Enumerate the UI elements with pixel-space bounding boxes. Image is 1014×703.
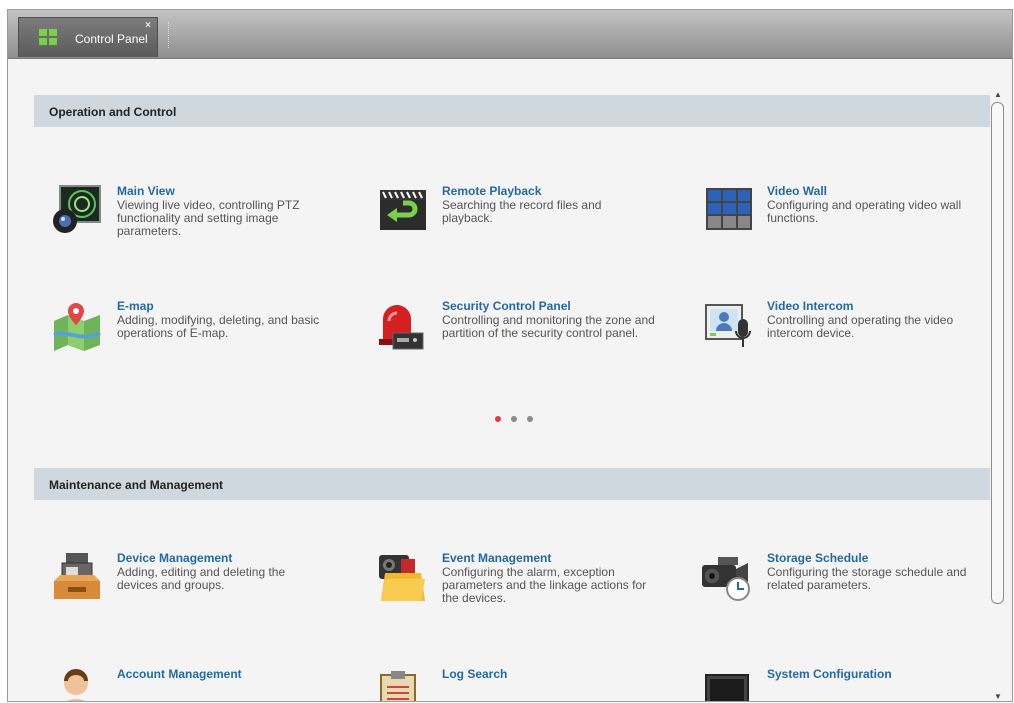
scroll-down-arrow-icon[interactable]: ▼	[992, 692, 1004, 701]
section-title: Operation and Control	[49, 105, 177, 119]
item-title: Remote Playback	[442, 184, 542, 198]
item-description: Configuring and operating video wall fun…	[767, 198, 962, 225]
storage-schedule-icon	[702, 557, 750, 601]
item-description: Configuring the alarm, exception paramet…	[442, 565, 647, 605]
item-description: Controlling and operating the video inte…	[767, 313, 954, 340]
device-management-item[interactable]: Device Management Adding, editing and de…	[50, 551, 340, 621]
item-description: Adding, modifying, deleting, and basic o…	[117, 313, 320, 340]
vertical-scrollbar[interactable]: ▲ ▼	[990, 90, 1006, 701]
emap-icon	[53, 303, 101, 351]
account-management-item[interactable]: Account Management	[50, 667, 340, 701]
item-title: Device Management	[117, 551, 233, 565]
log-search-item[interactable]: Log Search	[375, 667, 665, 701]
item-description: Searching the record files and playback.	[442, 198, 602, 225]
item-title: Storage Schedule	[767, 551, 869, 565]
system-configuration-item[interactable]: System Configuration	[700, 667, 990, 701]
item-title: Security Control Panel	[442, 299, 571, 313]
page-dot-2[interactable]	[511, 416, 517, 422]
tab-label: Control Panel	[75, 32, 148, 46]
control-panel-window: Control Panel × Operation and Control Ma…	[7, 9, 1013, 702]
main-view-item[interactable]: Main View Viewing live video, controllin…	[50, 184, 340, 254]
page-dot-3[interactable]	[527, 416, 533, 422]
scroll-up-arrow-icon[interactable]: ▲	[992, 90, 1004, 100]
remote-playback-item[interactable]: Remote Playback Searching the record fil…	[375, 184, 665, 254]
remote-playback-icon	[380, 190, 426, 230]
section-header-maintenance: Maintenance and Management	[34, 468, 990, 500]
video-intercom-item[interactable]: Video Intercom Controlling and operating…	[700, 299, 990, 369]
video-wall-icon	[706, 188, 752, 230]
section-title: Maintenance and Management	[49, 478, 224, 492]
video-wall-item[interactable]: Video Wall Configuring and operating vid…	[700, 184, 990, 254]
system-config-icon	[705, 674, 749, 701]
item-description: Configuring the storage schedule and rel…	[767, 565, 967, 592]
event-management-item[interactable]: Event Management Configuring the alarm, …	[375, 551, 665, 621]
tab-close-icon[interactable]: ×	[145, 20, 151, 31]
tab-control-panel[interactable]: Control Panel ×	[18, 17, 158, 57]
tab-separator	[168, 22, 169, 48]
device-management-icon	[54, 553, 100, 599]
event-management-icon	[379, 555, 425, 601]
scrollbar-thumb[interactable]	[991, 102, 1004, 604]
account-icon	[64, 669, 88, 701]
tab-bar: Control Panel ×	[8, 10, 1012, 59]
item-title: Main View	[117, 184, 175, 198]
page-dot-1[interactable]	[495, 416, 501, 422]
alarm-siren-icon	[379, 305, 424, 350]
item-title: Video Wall	[767, 184, 828, 198]
security-control-panel-item[interactable]: Security Control Panel Controlling and m…	[375, 299, 665, 369]
item-title: System Configuration	[767, 667, 892, 681]
content-area: Operation and Control Main View Viewing …	[8, 59, 1012, 701]
item-title: Video Intercom	[767, 299, 854, 313]
section-header-operation: Operation and Control	[34, 95, 990, 127]
control-panel-icon	[39, 29, 57, 45]
item-description: Controlling and monitoring the zone and …	[442, 313, 655, 340]
item-title: Account Management	[117, 667, 242, 681]
storage-schedule-item[interactable]: Storage Schedule Configuring the storage…	[700, 551, 990, 621]
emap-item[interactable]: E-map Adding, modifying, deleting, and b…	[50, 299, 340, 369]
item-description: Viewing live video, controlling PTZ func…	[117, 198, 300, 238]
main-view-icon	[53, 185, 101, 233]
video-intercom-icon	[705, 304, 751, 347]
item-title: E-map	[117, 299, 154, 313]
item-description: Adding, editing and deleting the devices…	[117, 565, 286, 592]
item-title: Event Management	[442, 551, 552, 565]
log-search-icon	[380, 671, 416, 701]
item-title: Log Search	[442, 667, 508, 681]
